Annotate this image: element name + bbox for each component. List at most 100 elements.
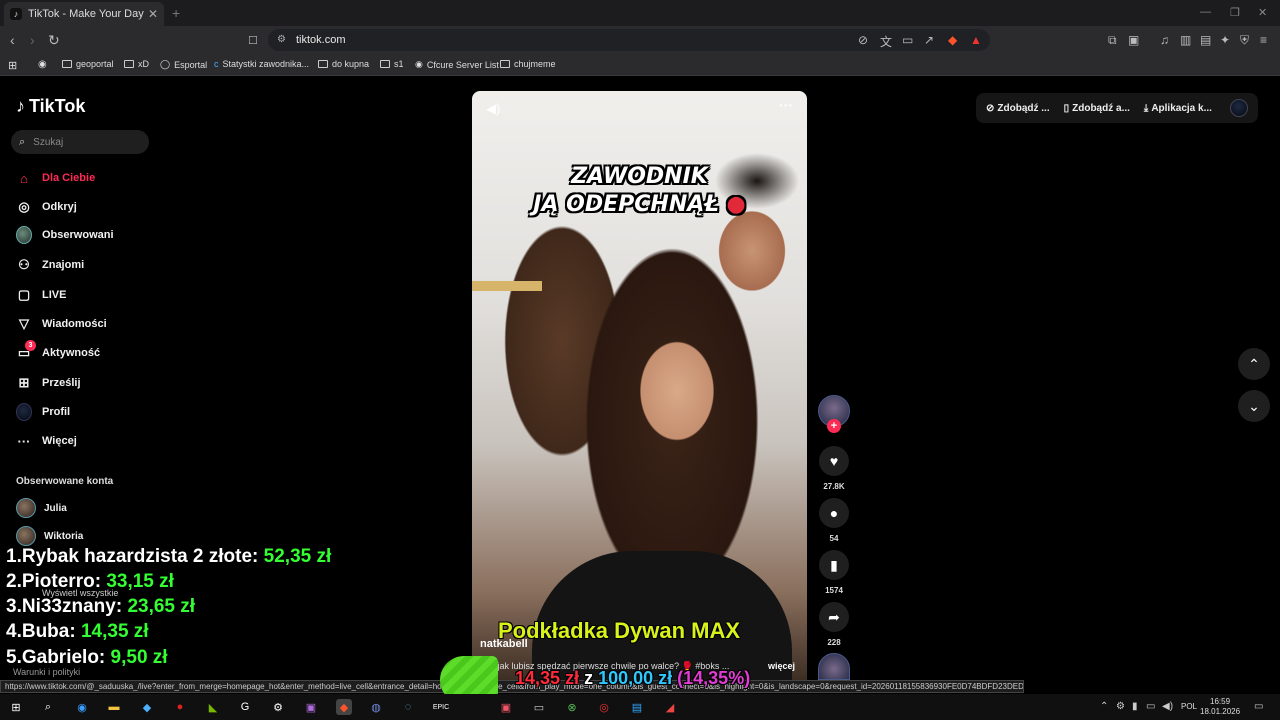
profile-avatar[interactable]	[1230, 99, 1248, 117]
network-icon[interactable]: ▭	[1146, 701, 1155, 712]
app-icon[interactable]: ▣	[303, 699, 319, 715]
share-button[interactable]: ➦ 228	[818, 602, 850, 647]
more-description-link[interactable]: więcej	[768, 661, 795, 671]
get-coins-button[interactable]: ⊘ Zdobądź ...	[986, 103, 1050, 114]
minimize-icon[interactable]: —	[1200, 6, 1211, 18]
address-bar: ‹ › ↻ ☐ ⚙ tiktok.com ⊘ 文 ▭ ↗ ◆ ▲ ⧉ ▣ ♫ ▥…	[0, 26, 1280, 54]
comment-button[interactable]: ● 54	[818, 498, 850, 543]
file-explorer-icon[interactable]: ▬	[106, 699, 122, 715]
mute-tab-icon[interactable]: ⊘	[858, 33, 868, 47]
cast-icon[interactable]: ▭	[902, 33, 913, 47]
vpn-icon[interactable]: ⛨	[1240, 33, 1249, 48]
next-creator-avatar[interactable]	[818, 653, 850, 680]
tiktok-logo[interactable]: ♪ TikTok	[16, 96, 85, 117]
bookmark-xd[interactable]: xD	[124, 59, 149, 69]
nav-item-profile[interactable]: Profil	[16, 403, 70, 421]
site-info-icon[interactable]: ⚙	[277, 34, 286, 45]
forward-icon[interactable]: ›	[30, 32, 35, 48]
chevron-down-icon: ⌄	[1248, 397, 1260, 414]
nav-item-explore[interactable]: ◎ Odkryj	[16, 199, 77, 215]
video-caption-overlay: ZAWODNIK JĄ ODEPCHNĄŁ ●	[533, 164, 746, 217]
followed-account-wiktoria[interactable]: Wiktoria	[16, 526, 83, 546]
language-indicator[interactable]: POL	[1181, 702, 1197, 711]
video-player[interactable]: ◀) ··· ZAWODNIK JĄ ODEPCHNĄŁ ● natkabell…	[472, 91, 807, 680]
nav-item-friends[interactable]: ⚇ Znajomi	[16, 257, 84, 273]
tray-app-icon[interactable]: ⚙	[1116, 701, 1125, 712]
notifications-icon[interactable]: ▭	[1254, 701, 1263, 712]
maximize-icon[interactable]: ❐	[1230, 6, 1240, 19]
app-icon[interactable]: ●	[172, 699, 188, 715]
bookmark-cfcure[interactable]: ◉ Cfcure Server List	[415, 59, 499, 70]
nav-item-messages[interactable]: ▽ Wiadomości	[16, 316, 107, 332]
app-icon[interactable]: G	[237, 699, 253, 715]
windows-taskbar: ⊞ ⌕ ◉ ▬ ◆ ● ◣ G ⚙ ▣ ◆ ◍ ◌ EPIC ▣ ▭ ⊗ ◎ ▤…	[0, 694, 1280, 720]
translate-icon[interactable]: 文	[880, 33, 892, 50]
close-window-icon[interactable]: ✕	[1258, 6, 1267, 19]
bookmark-s1[interactable]: s1	[380, 59, 404, 69]
nvidia-icon[interactable]: ◣	[205, 699, 221, 715]
clock[interactable]: 16:59 18.01.2026	[1200, 697, 1240, 717]
bookmark-do-kupna[interactable]: do kupna	[318, 59, 369, 69]
volume-icon[interactable]: ◀)	[486, 101, 500, 117]
new-tab-button[interactable]: +	[172, 5, 180, 21]
nav-item-following[interactable]: Obserwowani	[16, 226, 114, 244]
edge-icon[interactable]: ◉	[74, 699, 90, 715]
menu-icon[interactable]: ≡	[1260, 33, 1267, 47]
globe-icon[interactable]: ◉	[38, 59, 47, 70]
speaker-icon[interactable]: ◀)	[1162, 701, 1173, 712]
brave-shield-icon[interactable]: ◆	[948, 33, 957, 47]
epic-games-icon[interactable]: EPIC	[433, 699, 449, 715]
get-app-button[interactable]: ▯ Zdobądź a...	[1064, 103, 1130, 114]
search-input[interactable]: ⌕ Szukaj	[11, 130, 149, 154]
steam-icon[interactable]: ⚙	[270, 699, 286, 715]
media-icon[interactable]: ♫	[1160, 33, 1169, 47]
screenshot-icon[interactable]: ▣	[1128, 33, 1139, 47]
app-icon[interactable]: ▤	[629, 699, 645, 715]
sidebar-toggle-icon[interactable]: ▥	[1180, 33, 1191, 47]
nav-item-activity[interactable]: ▭ 3 Aktywność	[16, 340, 100, 361]
app-icon[interactable]: ◎	[596, 699, 612, 715]
browser-tab[interactable]: ♪ TikTok - Make Your Day ✕	[4, 2, 164, 26]
tray-chevron-icon[interactable]: ⌃	[1100, 701, 1108, 712]
apps-icon[interactable]: ⊞	[8, 59, 17, 72]
discord-icon[interactable]: ◍	[368, 699, 384, 715]
brave-rewards-icon[interactable]: ▲	[970, 33, 982, 47]
windows-start-icon[interactable]: ⊞	[8, 699, 24, 715]
next-video-button[interactable]: ⌄	[1238, 390, 1270, 422]
bookmark-statystyki[interactable]: c Statystki zawodnika...	[214, 59, 309, 69]
app-icon[interactable]: ◢	[662, 699, 678, 715]
close-tab-icon[interactable]: ✕	[148, 7, 158, 21]
save-button[interactable]: ▮ 1574	[818, 550, 850, 595]
more-options-icon[interactable]: ···	[779, 97, 793, 113]
search-icon[interactable]: ⌕	[40, 699, 56, 715]
app-icon[interactable]: ◆	[139, 699, 155, 715]
steam-icon[interactable]: ◌	[400, 699, 416, 715]
desktop-app-button[interactable]: ⤓ Aplikacja k...	[1144, 103, 1212, 114]
bookmark-icon[interactable]: ☐	[248, 34, 258, 47]
nav-item-for-you[interactable]: ⌂ Dla Ciebie	[16, 170, 95, 186]
xbox-icon[interactable]: ⊗	[564, 699, 580, 715]
globe-icon: ◉	[415, 59, 423, 69]
bookmark-geoportal[interactable]: geoportal	[62, 59, 114, 69]
share-icon[interactable]: ↗	[924, 33, 934, 47]
bookmark-chujmeme[interactable]: chujmeme	[500, 59, 556, 69]
leo-ai-icon[interactable]: ✦	[1220, 33, 1230, 47]
like-button[interactable]: ♥ 27.8K	[818, 446, 850, 491]
microphone-icon[interactable]: ▮	[1132, 701, 1138, 712]
followed-account-julia[interactable]: Julia	[16, 498, 67, 518]
nav-item-more[interactable]: ··· Więcej	[16, 433, 77, 449]
app-icon[interactable]: ▣	[498, 699, 514, 715]
extensions-icon[interactable]: ⧉	[1108, 33, 1117, 48]
nav-item-live[interactable]: ▢ LIVE	[16, 287, 67, 303]
avatar	[16, 526, 36, 546]
url-text[interactable]: tiktok.com	[296, 34, 346, 46]
follow-plus-icon[interactable]: +	[827, 419, 841, 433]
previous-video-button[interactable]: ⌃	[1238, 348, 1270, 380]
brave-icon[interactable]: ◆	[336, 699, 352, 715]
reload-icon[interactable]: ↻	[48, 32, 60, 49]
app-icon[interactable]: ▭	[531, 699, 547, 715]
wallet-icon[interactable]: ▤	[1200, 33, 1211, 47]
back-icon[interactable]: ‹	[10, 32, 15, 48]
bookmark-esportal[interactable]: ◯ Esportal	[160, 59, 207, 70]
nav-item-upload[interactable]: ⊞ Prześlij	[16, 375, 81, 391]
